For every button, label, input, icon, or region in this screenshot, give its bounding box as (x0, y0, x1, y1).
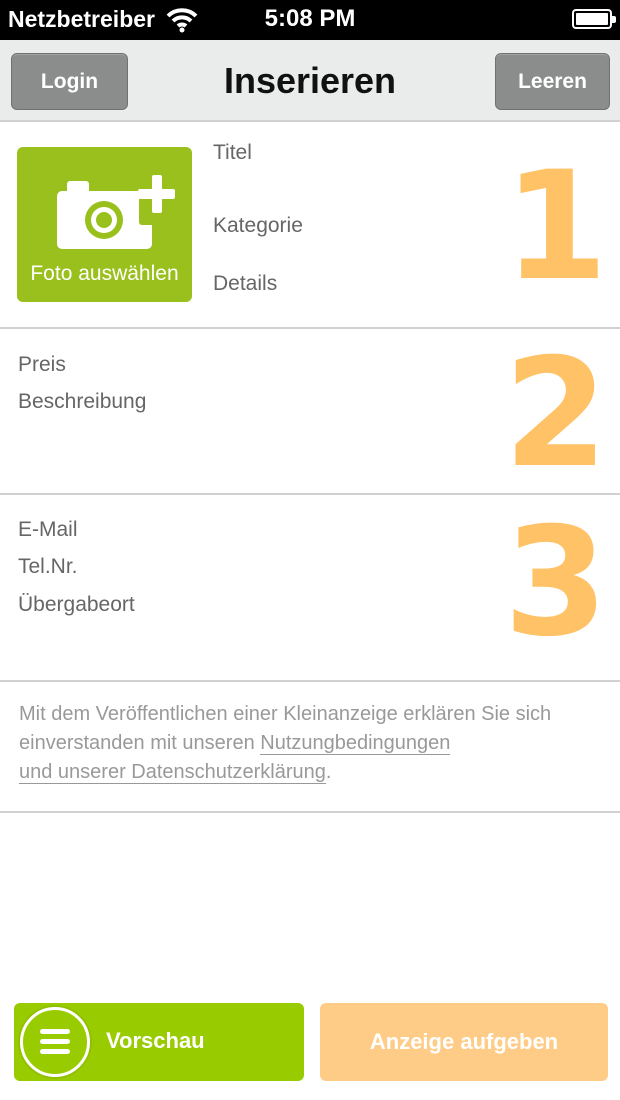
status-bar: Netzbetreiber 5:08 PM (0, 0, 620, 40)
section-price: Preis Beschreibung 2 (0, 329, 620, 495)
terms-link[interactable]: Nutzungbedingungen (260, 732, 451, 755)
legal-text-end: . (325, 761, 332, 783)
category-field[interactable]: Kategorie (213, 214, 303, 238)
navigation-bar: Login Inserieren Leeren (0, 40, 620, 122)
price-field[interactable]: Preis (18, 353, 66, 377)
choose-photo-button[interactable]: Foto auswählen (17, 147, 192, 302)
step-number-1: 1 (503, 140, 608, 314)
status-time: 5:08 PM (264, 5, 356, 32)
title-field[interactable]: Titel (213, 141, 252, 165)
details-field[interactable]: Details (213, 272, 277, 296)
description-field[interactable]: Beschreibung (18, 390, 146, 414)
privacy-link[interactable]: und unserer Datenschutzerklärung (19, 761, 326, 784)
section-basics: Foto auswählen Titel Kategorie Details 1 (0, 124, 620, 329)
choose-photo-label: Foto auswählen (30, 262, 179, 285)
camera-plus-icon (57, 175, 175, 249)
battery-icon (572, 9, 616, 29)
step-number-3: 3 (503, 496, 608, 670)
menu-icon[interactable] (20, 1007, 90, 1077)
email-field[interactable]: E-Mail (18, 518, 78, 542)
publish-ad-button[interactable]: Anzeige aufgeben (320, 1003, 608, 1081)
legal-text: Mit dem Veröffentlichen einer Kleinanzei… (19, 700, 604, 787)
phone-field[interactable]: Tel.Nr. (18, 555, 78, 579)
legal-notice: Mit dem Veröffentlichen einer Kleinanzei… (0, 682, 620, 813)
preview-label: Vorschau (106, 1028, 205, 1053)
section-contact: E-Mail Tel.Nr. Übergabeort 3 (0, 495, 620, 682)
handover-location-field[interactable]: Übergabeort (18, 593, 135, 617)
step-number-2: 2 (503, 327, 608, 501)
clear-button[interactable]: Leeren (495, 53, 610, 110)
preview-button[interactable]: Vorschau (14, 1003, 304, 1081)
